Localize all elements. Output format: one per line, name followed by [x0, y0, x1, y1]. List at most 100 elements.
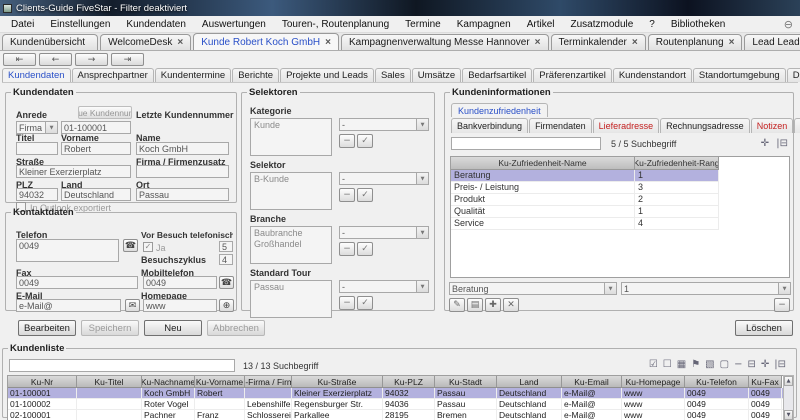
document-tab[interactable]: WelcomeDesk × [100, 34, 191, 50]
close-icon[interactable]: × [632, 37, 638, 48]
section-tab[interactable]: Kundentermine [155, 68, 231, 82]
column-header[interactable]: Ku-Telefon [685, 376, 749, 388]
table-row[interactable]: Qualität 1 [451, 206, 719, 218]
close-icon[interactable]: × [325, 37, 331, 48]
homepage-field[interactable]: www [143, 299, 217, 312]
table-row[interactable]: 01-100002 Roter Vogel Lebenshilfe Regens… [8, 399, 784, 410]
add-row-button[interactable]: ✚ [485, 298, 501, 312]
section-tab[interactable]: Ansprechpartner [72, 68, 154, 82]
column-header[interactable]: Land [497, 376, 562, 388]
document-tab[interactable]: Kunde Robert Koch GmbH × [193, 33, 339, 50]
fax-field[interactable]: 0049 [16, 276, 138, 289]
selektor-select[interactable]: - ▼ [339, 226, 429, 239]
section-tab[interactable]: Standortumgebung [693, 68, 786, 82]
menu-item[interactable]: Artikel [519, 17, 563, 32]
besuchszyklus-field[interactable]: 4 [219, 254, 233, 265]
vertical-scrollbar[interactable]: ▲ ▼ [783, 375, 794, 420]
close-icon[interactable]: × [535, 37, 541, 48]
selektor-select[interactable]: - ▼ [339, 172, 429, 185]
zufriedenheit-search-input[interactable] [451, 137, 601, 150]
collapse-button[interactable]: − [774, 298, 790, 312]
neu-button[interactable]: Neu [144, 320, 202, 336]
first-record-button[interactable]: ⇤ [3, 53, 36, 66]
kundeninfo-tab[interactable]: Rechnungsadresse [660, 118, 750, 133]
folder-icon[interactable]: ▧ [705, 359, 714, 370]
document-icon[interactable]: ▢ [720, 359, 729, 370]
selektor-list-item[interactable]: B-Kunde [254, 174, 328, 185]
table-row[interactable]: 02-100001 Pachner Franz Schlosserei Park… [8, 410, 784, 420]
overflow-icon[interactable]: ⊖ [784, 18, 793, 31]
plz-field[interactable]: 94032 [16, 188, 58, 201]
section-tab[interactable]: Berichte [232, 68, 279, 82]
delete-row-button[interactable]: ✕ [503, 298, 519, 312]
flag-icon[interactable]: ⚑ [691, 359, 700, 370]
deselect-all-icon[interactable]: ☐ [663, 359, 672, 370]
column-header[interactable]: Ku-Nr [8, 376, 77, 388]
column-header[interactable]: Ku-Nachname [142, 376, 195, 388]
section-tab[interactable]: Umsätze [412, 68, 461, 82]
menu-item[interactable]: Termine [397, 17, 449, 32]
scroll-down-icon[interactable]: ▼ [784, 410, 793, 420]
chevron-down-icon[interactable]: ▼ [416, 173, 428, 184]
column-header[interactable]: Ku-Fax [749, 376, 782, 388]
menu-item[interactable]: Kampagnen [449, 17, 519, 32]
document-tab[interactable]: Kampagnenverwaltung Messe Hannover × [341, 34, 549, 50]
apply-selektor-button[interactable]: ✓ [357, 134, 373, 148]
speichern-button[interactable]: Speichern [81, 320, 139, 336]
selektor-listbox[interactable]: Passau [250, 280, 332, 318]
document-tab[interactable]: Lead Lead 01 × [744, 34, 800, 50]
name-field[interactable]: Koch GmbH [136, 142, 229, 155]
column-header[interactable]: Ku-Email [562, 376, 622, 388]
table-row[interactable]: Produkt 2 [451, 194, 719, 206]
close-icon[interactable]: × [729, 37, 735, 48]
section-tab[interactable]: Kundenstandort [613, 68, 692, 82]
apply-selektor-button[interactable]: ✓ [357, 242, 373, 256]
menu-item[interactable]: Bibliotheken [663, 17, 733, 32]
move-icon[interactable]: ✛ [761, 138, 769, 149]
section-tab[interactable]: Präferenzartikel [533, 68, 612, 82]
column-header[interactable]: Ku-Vorname [195, 376, 245, 388]
open-homepage-button[interactable]: ⊕ [219, 299, 234, 312]
selektor-listbox[interactable]: B-Kunde [250, 172, 332, 210]
zufriedenheit-name-select[interactable]: Beratung ▼ [449, 282, 617, 295]
column-header[interactable]: Ku-Firma / Firm... [245, 376, 292, 388]
section-tab[interactable]: Bedarfsartikel [462, 68, 532, 82]
column-header[interactable]: Ku-Straße [292, 376, 383, 388]
section-tab[interactable]: Projekte und Leads [280, 68, 374, 82]
document-tab[interactable]: Kundenübersicht [2, 34, 98, 50]
document-tab[interactable]: Terminkalender × [551, 34, 646, 50]
chevron-down-icon[interactable]: ▼ [778, 283, 790, 294]
firmenzusatz-field[interactable] [136, 165, 229, 178]
column-header[interactable]: Ku-Titel [77, 376, 142, 388]
grid-icon[interactable]: ▦ [677, 359, 686, 370]
column-header[interactable]: Ku-Stadt [435, 376, 497, 388]
menu-item[interactable]: Zusatzmodule [562, 17, 641, 32]
select-all-icon[interactable]: ☑ [649, 359, 658, 370]
menu-item[interactable]: Touren-, Routenplanung [274, 17, 397, 32]
selektor-listbox[interactable]: Kunde [250, 118, 332, 156]
column-header[interactable]: Ku-Zufriedenheit-Name [451, 157, 635, 170]
remove-selektor-button[interactable]: − [339, 242, 355, 256]
vorname-field[interactable]: Robert [61, 142, 131, 155]
menu-item[interactable]: Auswertungen [194, 17, 274, 32]
telefon-field[interactable]: 0049 [16, 239, 119, 262]
menu-item[interactable]: Einstellungen [42, 17, 118, 32]
bearbeiten-button[interactable]: Bearbeiten [18, 320, 76, 336]
land-field[interactable]: Deutschland [61, 188, 131, 201]
chevron-down-icon[interactable]: ▼ [416, 281, 428, 292]
strasse-field[interactable]: Kleiner Exerzierplatz [16, 165, 131, 178]
chevron-down-icon[interactable]: ▼ [416, 227, 428, 238]
section-tab[interactable]: Sales [375, 68, 411, 82]
selektor-list-item[interactable]: Kunde [254, 120, 328, 131]
kundeninfo-tab[interactable]: Kunden-Attribute [794, 118, 800, 133]
remove-selektor-button[interactable]: − [339, 188, 355, 202]
section-tab[interactable]: Kundendaten [2, 68, 71, 82]
selektor-list-item[interactable]: Baubranche [254, 228, 328, 239]
close-icon[interactable]: × [177, 37, 183, 48]
remove-selektor-button[interactable]: − [339, 134, 355, 148]
ort-field[interactable]: Passau [136, 188, 229, 201]
table-row[interactable]: Beratung 1 [451, 170, 719, 182]
mobiltelefon-field[interactable]: 0049 [143, 276, 217, 289]
apply-selektor-button[interactable]: ✓ [357, 188, 373, 202]
send-mail-button[interactable]: ✉ [125, 299, 140, 312]
